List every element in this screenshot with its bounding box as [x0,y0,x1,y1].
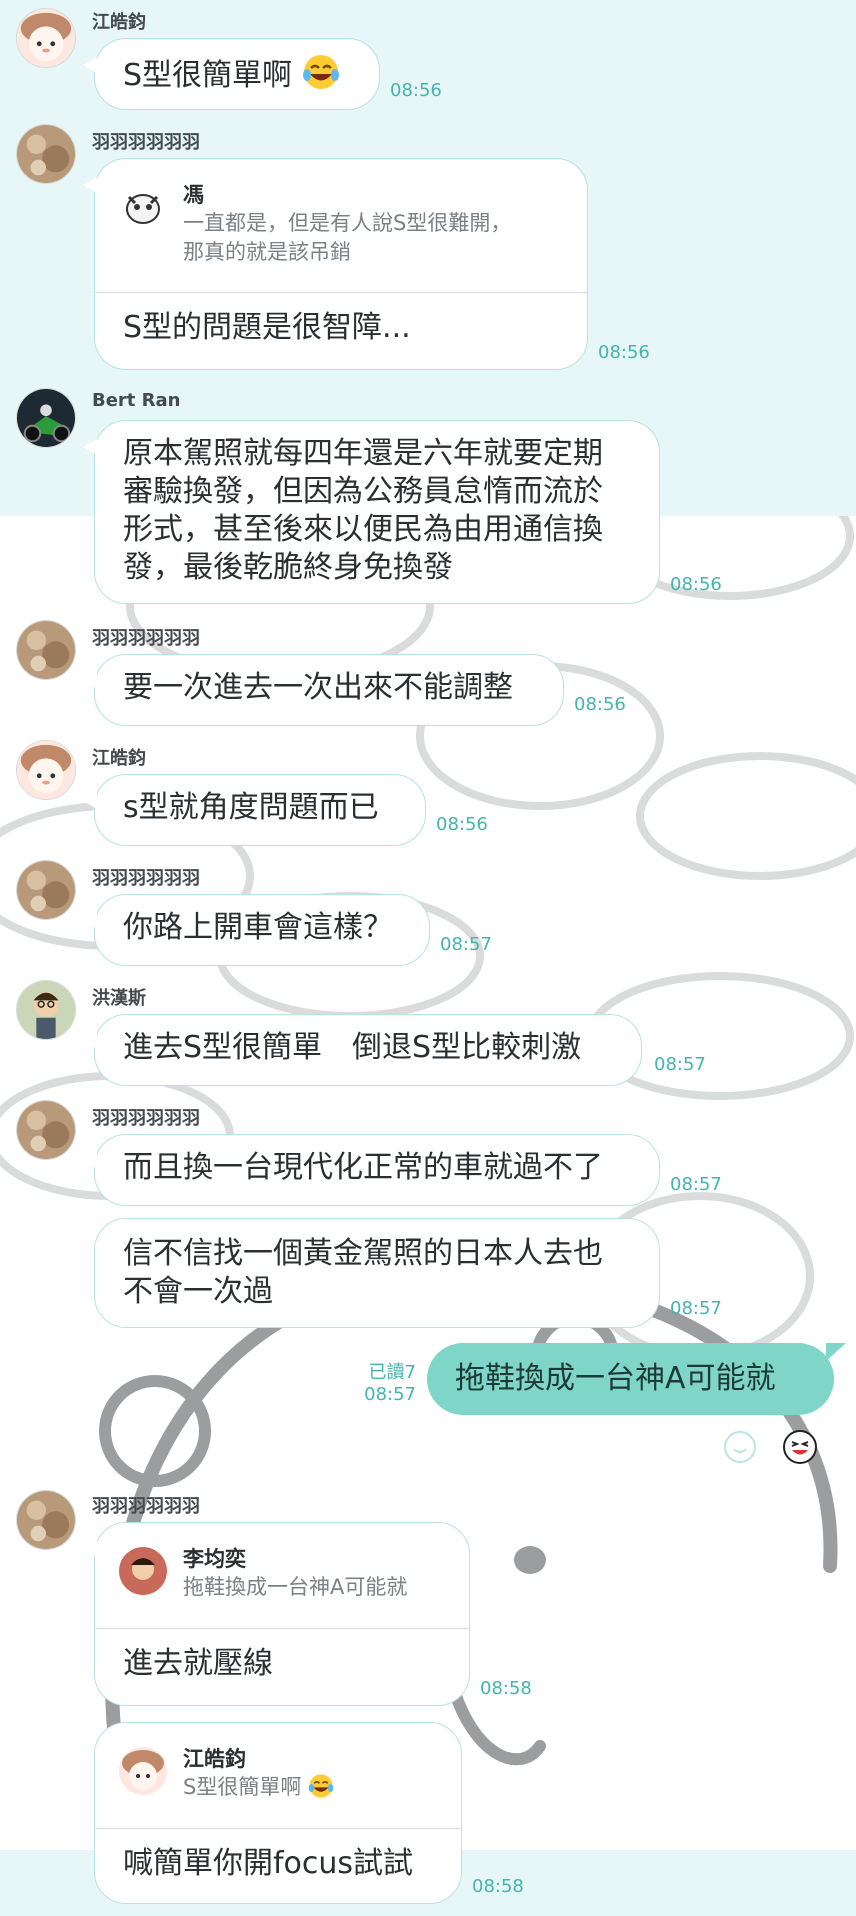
message-time: 08:58 [472,1876,524,1897]
message-bubble[interactable]: 要一次進去一次出來不能調整 [83,654,564,726]
message-text-line: 形式，甚至後來以便民為由用通信換 [123,512,603,547]
avatar[interactable] [16,124,76,184]
avatar[interactable] [16,620,76,680]
message-text: s型就角度問題而已 [123,790,379,825]
sender-name: 羽羽羽羽羽羽 [92,868,200,889]
message-time: 08:56 [436,814,488,835]
add-reaction-icon[interactable] [722,1429,758,1465]
quoted-text: S型很簡單啊 [183,1773,334,1802]
message-text: S型的問題是很智障... [123,310,411,345]
sender-name: 羽羽羽羽羽羽 [92,1108,200,1129]
message-text: 要一次進去一次出來不能調整 [123,670,513,705]
my-message-bubble[interactable]: 拖鞋換成一台神A可能就 [427,1343,846,1415]
face-with-tears-of-joy-icon [308,1773,334,1799]
sender-name: Bert Ran [92,390,181,411]
quoted-avatar [119,183,167,231]
sender-name: 羽羽羽羽羽羽 [92,132,200,153]
message-bubble[interactable]: 信不信找一個黃金駕照的日本人去也 不會一次過 [94,1218,660,1328]
quoted-text: 拖鞋換成一台神A可能就 [183,1575,408,1599]
message-text: 你路上開車會這樣？ [123,910,393,945]
quoted-message[interactable]: 李均奕 拖鞋換成一台神A可能就 [95,1523,469,1629]
message-bubble[interactable]: 進去S型很簡單 倒退S型比較刺激 [83,1014,642,1086]
avatar[interactable] [16,860,76,920]
message-time: 08:56 [598,342,650,363]
face-with-tears-of-joy-icon [302,53,340,91]
quoted-message[interactable]: 馮 一直都是，但是有人說S型很難開， 那真的就是該吊銷 [95,159,587,293]
message-time: 08:56 [670,574,722,595]
message-time: 08:57 [670,1174,722,1195]
message-time: 08:57 [364,1384,416,1405]
message-text-line: 原本駕照就每四年還是六年就要定期 [123,436,603,471]
message-time: 08:58 [480,1678,532,1699]
message-text-line: 信不信找一個黃金駕照的日本人去也 [123,1236,603,1271]
quoted-sender-name: 馮 [183,183,204,207]
avatar[interactable] [16,388,76,448]
sender-name: 江皓鈞 [92,12,146,33]
quoted-sender-name: 李均奕 [183,1547,246,1571]
quoted-text-line: 一直都是，但是有人說S型很難開， [183,211,512,235]
quoted-avatar [119,1747,167,1795]
message-time: 08:57 [670,1298,722,1319]
quoted-message[interactable]: 江皓鈞 S型很簡單啊 [95,1723,461,1829]
message-bubble[interactable]: s型就角度問題而已 [83,774,426,846]
message-text: 進去就壓線 [123,1646,273,1681]
message-text: S型很簡單啊 [123,58,293,93]
message-time: 08:56 [390,80,442,101]
quoted-text-line: 那真的就是該吊銷 [183,240,351,264]
reply-message-bubble[interactable]: 馮 一直都是，但是有人說S型很難開， 那真的就是該吊銷 S型的問題是很智障... [83,158,588,370]
message-time: 08:56 [574,694,626,715]
quoted-sender-name: 江皓鈞 [183,1747,246,1771]
message-text: 喊簡單你開focus試試 [123,1846,414,1881]
message-bubble[interactable]: 你路上開車會這樣？ [83,894,430,966]
read-receipt: 已讀7 [368,1362,416,1383]
reply-message-bubble[interactable]: 江皓鈞 S型很簡單啊 喊簡單你開focus試試 [94,1722,462,1904]
quoted-text-content: S型很簡單啊 [183,1775,302,1799]
reply-message-bubble[interactable]: 李均奕 拖鞋換成一台神A可能就 進去就壓線 [83,1522,470,1706]
avatar[interactable] [16,1100,76,1160]
message-bubble[interactable]: 而且換一台現代化正常的車就過不了 [83,1134,660,1206]
avatar[interactable] [16,740,76,800]
message-text-line: 不會一次過 [123,1274,273,1309]
message-text: 拖鞋換成一台神A可能就 [455,1361,776,1396]
avatar[interactable] [16,8,76,68]
avatar[interactable] [16,980,76,1040]
message-text-line: 發，最後乾脆終身免換發 [123,550,453,585]
message-time: 08:57 [654,1054,706,1075]
message-text-line: 審驗換發，但因為公務員怠惰而流於 [123,474,603,509]
message-text: 而且換一台現代化正常的車就過不了 [123,1150,603,1185]
message-bubble[interactable]: 原本駕照就每四年還是六年就要定期 審驗換發，但因為公務員怠惰而流於 形式，甚至後… [83,420,660,604]
sender-name: 羽羽羽羽羽羽 [92,1496,200,1517]
grinning-face-reaction-icon[interactable] [782,1429,818,1465]
message-bubble[interactable]: S型很簡單啊 [83,38,380,110]
message-text: 進去S型很簡單 倒退S型比較刺激 [123,1030,582,1065]
avatar[interactable] [16,1490,76,1550]
message-time: 08:57 [440,934,492,955]
sender-name: 洪漢斯 [92,988,146,1009]
sender-name: 江皓鈞 [92,748,146,769]
sender-name: 羽羽羽羽羽羽 [92,628,200,649]
quoted-avatar [119,1547,167,1595]
